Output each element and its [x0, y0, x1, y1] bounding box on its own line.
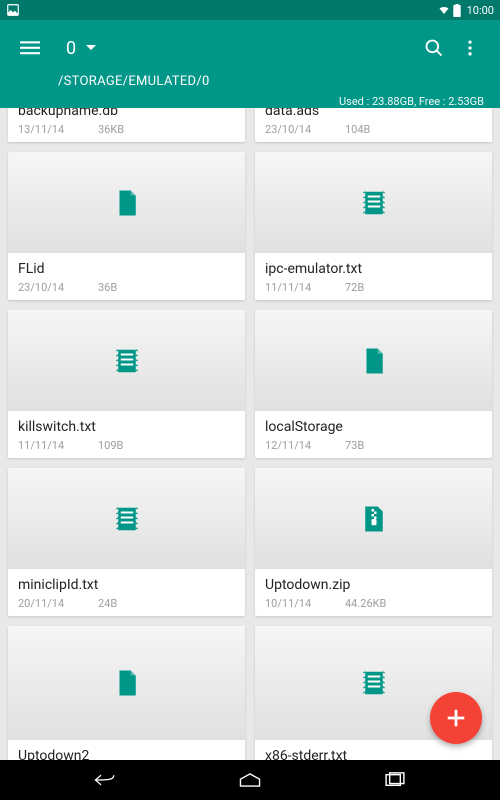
file-card[interactable]: Uptodown2 [8, 626, 245, 760]
text-file-icon [112, 504, 142, 534]
tab-label: 0 [66, 38, 76, 59]
file-date: 12/11/14 [265, 439, 345, 452]
file-icon [112, 188, 142, 218]
file-card[interactable]: backupname.db 13/11/1436KB [8, 108, 245, 142]
file-date: 11/11/14 [265, 281, 345, 294]
file-size: 72B [345, 281, 364, 294]
file-thumbnail [255, 310, 492, 411]
file-thumbnail [8, 626, 245, 740]
file-name: localStorage [265, 419, 482, 435]
file-thumbnail [255, 152, 492, 253]
file-date: 20/11/14 [18, 597, 98, 610]
file-icon [112, 668, 142, 698]
file-name: FLid [18, 261, 235, 277]
file-name: x86-stderr.txt [265, 748, 482, 760]
file-thumbnail [255, 468, 492, 569]
text-file-icon [359, 188, 389, 218]
file-size: 104B [345, 123, 370, 136]
file-thumbnail [8, 468, 245, 569]
plus-icon [445, 707, 467, 729]
file-name: backupname.db [18, 108, 235, 119]
file-card[interactable]: killswitch.txt 11/11/14109B [8, 310, 245, 458]
file-date: 11/11/14 [18, 439, 98, 452]
file-size: 24B [98, 597, 117, 610]
file-card[interactable]: miniclipId.txt 20/11/1424B [8, 468, 245, 616]
battery-icon [453, 4, 461, 17]
file-date: 13/11/14 [18, 123, 98, 136]
file-name: Uptodown.zip [265, 577, 482, 593]
wifi-icon [437, 4, 451, 16]
status-time: 10:00 [467, 4, 494, 17]
file-name: miniclipId.txt [18, 577, 235, 593]
file-name: data.ads [265, 108, 482, 119]
file-name: killswitch.txt [18, 419, 235, 435]
text-file-icon [359, 668, 389, 698]
file-size: 109B [98, 439, 123, 452]
file-size: 36KB [98, 123, 124, 136]
file-card[interactable]: localStorage 12/11/1473B [255, 310, 492, 458]
file-date: 23/10/14 [265, 123, 345, 136]
file-grid-container: backupname.db 13/11/1436KB data.ads 23/10/1… [0, 108, 500, 760]
file-grid: backupname.db 13/11/1436KB data.ads 23/10/1… [0, 108, 500, 760]
status-bar: 10:00 [0, 0, 500, 20]
file-card[interactable]: Uptodown.zip 10/11/1444.26KB [255, 468, 492, 616]
nav-home-button[interactable] [210, 760, 290, 800]
menu-button[interactable] [12, 30, 48, 66]
zip-icon [359, 504, 389, 534]
chevron-down-icon [86, 43, 96, 53]
file-date: 10/11/14 [265, 597, 345, 610]
file-card[interactable]: FLid 23/10/1436B [8, 152, 245, 300]
overflow-menu-button[interactable] [452, 30, 488, 66]
search-button[interactable] [416, 30, 452, 66]
breadcrumb-path[interactable]: /STORAGE/EMULATED/0 [12, 68, 488, 91]
app-bar: 0 /STORAGE/EMULATED/0 Used : 23.88GB, Fr… [0, 20, 500, 118]
file-card[interactable]: data.ads 23/10/14104B [255, 108, 492, 142]
file-size: 73B [345, 439, 364, 452]
file-size: 36B [98, 281, 117, 294]
file-name: ipc-emulator.txt [265, 261, 482, 277]
file-thumbnail [8, 310, 245, 411]
file-icon [359, 346, 389, 376]
nav-recent-button[interactable] [355, 760, 435, 800]
android-nav-bar [0, 760, 500, 800]
file-size: 44.26KB [345, 597, 386, 610]
file-date: 23/10/14 [18, 281, 98, 294]
file-thumbnail [8, 152, 245, 253]
add-fab[interactable] [430, 692, 482, 744]
file-name: Uptodown2 [18, 748, 235, 760]
nav-back-button[interactable] [65, 760, 145, 800]
picture-icon [6, 3, 20, 17]
tab-selector[interactable]: 0 [66, 38, 96, 59]
text-file-icon [112, 346, 142, 376]
file-card[interactable]: ipc-emulator.txt 11/11/1472B [255, 152, 492, 300]
